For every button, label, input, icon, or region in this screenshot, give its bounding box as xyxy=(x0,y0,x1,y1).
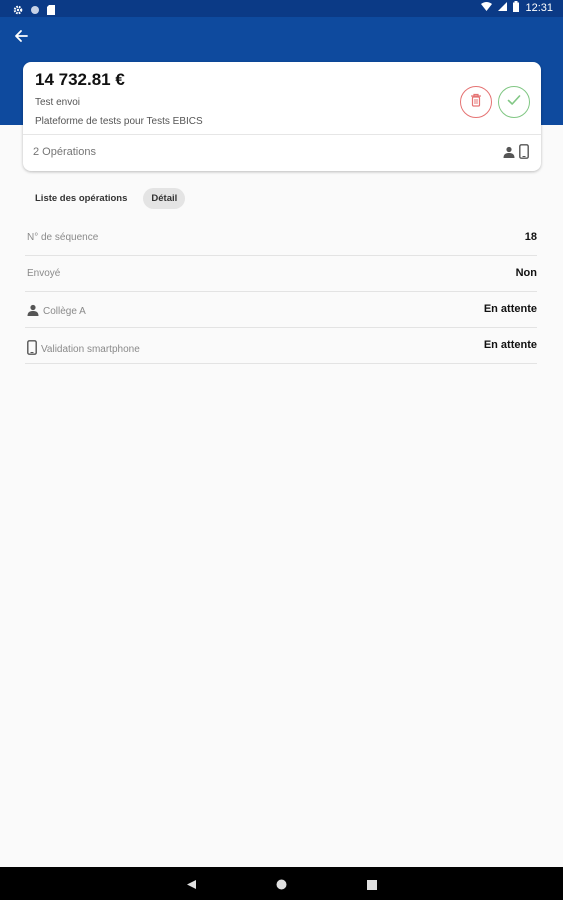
detail-row-sequence: N° de séquence 18 xyxy=(25,220,537,256)
person-icon xyxy=(27,304,39,319)
wifi-icon xyxy=(481,2,493,14)
nav-recents-button[interactable] xyxy=(367,877,377,895)
sent-value: Non xyxy=(515,267,537,279)
status-bar: 12:31 xyxy=(0,0,563,17)
smartphone-icon xyxy=(519,144,529,164)
trash-icon xyxy=(470,93,482,112)
smartphone-validation-value: En attente xyxy=(483,339,537,351)
detail-row-sent: Envoyé Non xyxy=(25,256,537,292)
tab-bar: Liste des opérations Détail xyxy=(27,188,186,209)
detail-row-college: Collège A En attente xyxy=(25,292,537,328)
validation-methods xyxy=(503,144,529,164)
triangle-back-icon xyxy=(186,877,197,894)
circle-home-icon xyxy=(276,877,287,894)
person-icon xyxy=(503,145,515,163)
college-label: Collège A xyxy=(43,306,86,317)
smartphone-validation-label: Validation smartphone xyxy=(41,343,140,355)
card-divider xyxy=(23,134,541,135)
sequence-value: 18 xyxy=(524,231,537,243)
detail-list: N° de séquence 18 Envoyé Non Collège A E… xyxy=(25,220,537,364)
reject-button[interactable] xyxy=(460,86,492,118)
sequence-label: N° de séquence xyxy=(27,232,99,243)
sent-label: Envoyé xyxy=(27,268,61,279)
arrow-back-icon xyxy=(14,29,28,48)
nav-back-button[interactable] xyxy=(186,877,197,895)
smartphone-icon xyxy=(27,340,37,358)
batch-subtitle: Plateforme de tests pour Tests EBICS xyxy=(35,116,203,127)
square-recents-icon xyxy=(367,877,377,894)
signal-icon xyxy=(498,2,508,14)
nav-home-button[interactable] xyxy=(276,877,287,895)
college-value: En attente xyxy=(483,303,537,315)
battery-icon xyxy=(513,1,520,15)
navigation-bar xyxy=(0,867,563,900)
status-time: 12:31 xyxy=(525,2,553,14)
checkmark-icon xyxy=(507,93,521,111)
amount: 14 732.81 € xyxy=(35,70,125,89)
batch-summary-card: 14 732.81 € Test envoi Plateforme de tes… xyxy=(23,62,541,171)
tab-detail[interactable]: Détail xyxy=(143,188,186,209)
back-button[interactable] xyxy=(10,27,32,49)
detail-row-smartphone: Validation smartphone En attente xyxy=(25,328,537,364)
accept-button[interactable] xyxy=(498,86,530,118)
operations-count: 2 Opérations xyxy=(33,146,96,158)
tab-operations-list[interactable]: Liste des opérations xyxy=(27,188,135,209)
batch-title: Test envoi xyxy=(35,97,81,108)
